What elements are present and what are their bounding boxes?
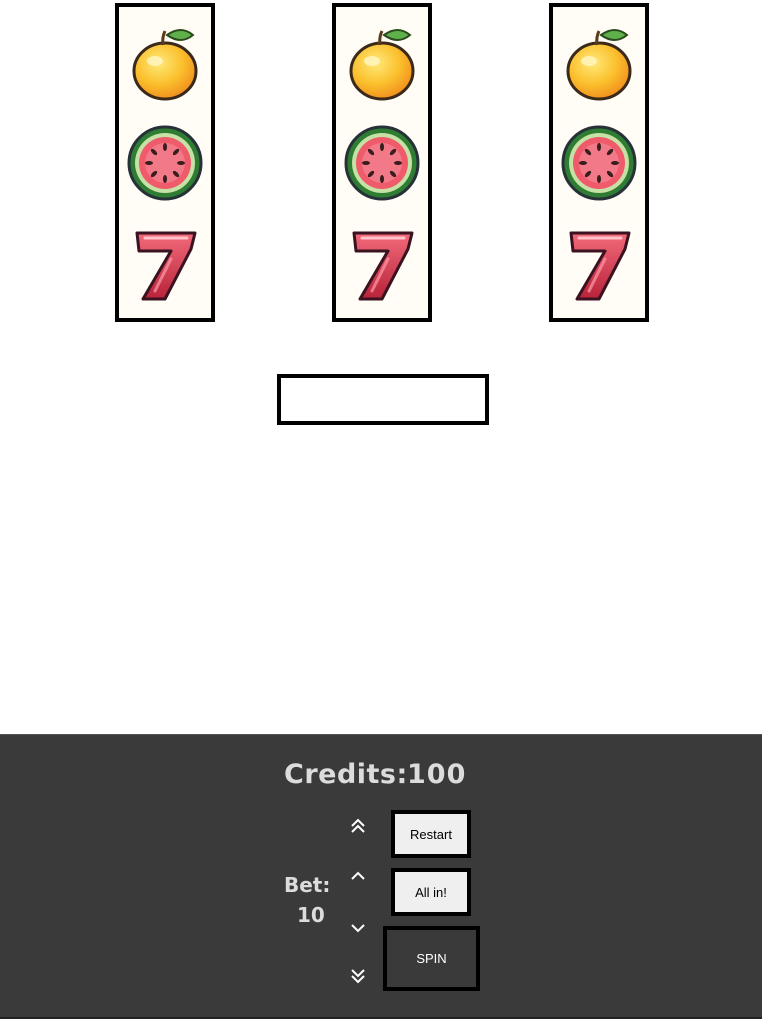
reel-1 [115, 3, 215, 322]
spin-button[interactable]: SPIN [383, 926, 480, 991]
bet-value: 10 [297, 903, 325, 927]
watermelon-icon [342, 123, 422, 203]
lemon-icon [342, 21, 422, 101]
lemon-icon [125, 21, 205, 101]
restart-button[interactable]: Restart [391, 810, 471, 858]
all-in-button[interactable]: All in! [391, 868, 471, 916]
lemon-icon [559, 21, 639, 101]
reel-2 [332, 3, 432, 322]
seven-icon [559, 225, 639, 305]
bet-up-icon[interactable] [348, 867, 368, 887]
seven-icon [125, 225, 205, 305]
seven-icon [342, 225, 422, 305]
bet-max-up-icon[interactable] [348, 817, 368, 837]
message-box [277, 374, 489, 425]
bet-down-icon[interactable] [348, 917, 368, 937]
credits-value: 100 [407, 759, 467, 790]
bet-min-down-icon[interactable] [348, 965, 368, 985]
control-panel: Credits: 100 Bet: 10 Restart All in! SPI… [0, 734, 762, 1019]
reel-3 [549, 3, 649, 322]
bet-label: Bet: [284, 873, 331, 897]
watermelon-icon [125, 123, 205, 203]
credits-label: Credits: [284, 759, 408, 790]
watermelon-icon [559, 123, 639, 203]
